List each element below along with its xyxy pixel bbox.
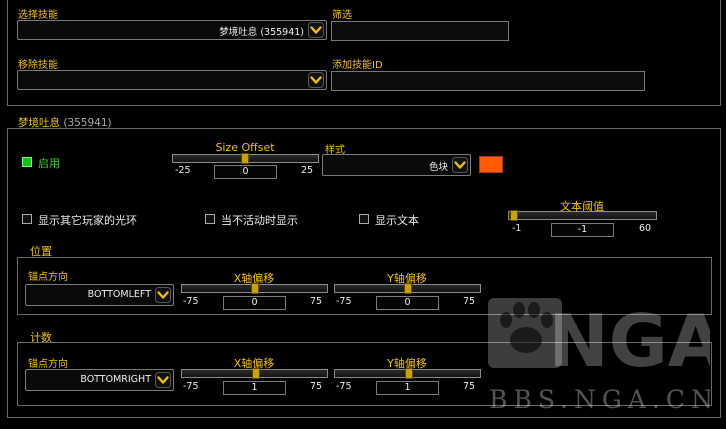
count-x-thumb[interactable]: [252, 368, 260, 379]
style-dropdown[interactable]: 色块: [322, 154, 471, 176]
size-offset-min: -25: [175, 165, 191, 176]
chevron-down-icon[interactable]: [452, 157, 468, 173]
select-skill-value: 梦境吐息 (355941): [219, 27, 304, 38]
remove-skill-label: 移除技能: [18, 60, 58, 71]
position-anchor-value: BOTTOMLEFT: [87, 289, 151, 300]
nga-watermark: NGA BBS.NGA.CN: [488, 298, 710, 414]
text-threshold-value[interactable]: -1: [551, 223, 614, 237]
show-inactive-checkbox[interactable]: [205, 214, 215, 224]
show-others-label: 显示其它玩家的光环: [38, 214, 137, 227]
show-inactive-label: 当不活动时显示: [221, 214, 298, 227]
count-y-max: 75: [463, 381, 476, 392]
count-y-min: -75: [336, 381, 352, 392]
count-y-slider[interactable]: [334, 368, 481, 379]
add-skill-id-input[interactable]: [331, 71, 645, 91]
count-x-slider[interactable]: [181, 368, 328, 379]
chevron-down-icon[interactable]: [308, 72, 324, 88]
position-y-slider[interactable]: [334, 283, 481, 294]
add-skill-id-label: 添加技能ID: [332, 60, 383, 71]
text-threshold-max: 60: [639, 223, 652, 234]
position-anchor-label: 锚点方向: [28, 272, 68, 283]
style-color-swatch[interactable]: [479, 156, 503, 173]
watermark-url-text: BBS.NGA.CN: [489, 385, 710, 414]
enabled-label: 启用: [38, 157, 60, 170]
select-skill-label: 选择技能: [18, 10, 58, 21]
position-y-max: 75: [463, 296, 476, 307]
enabled-checkbox[interactable]: [22, 157, 32, 167]
position-x-slider[interactable]: [181, 283, 328, 294]
position-x-max: 75: [310, 296, 323, 307]
count-x-max: 75: [310, 381, 323, 392]
show-text-checkbox[interactable]: [359, 214, 369, 224]
text-threshold-thumb[interactable]: [510, 210, 518, 221]
chevron-down-icon[interactable]: [155, 372, 171, 388]
remove-skill-dropdown[interactable]: [17, 70, 327, 90]
count-x-value[interactable]: 1: [223, 381, 286, 395]
watermark-logo-text: NGA: [548, 299, 710, 383]
position-x-value[interactable]: 0: [223, 296, 286, 310]
position-anchor-dropdown[interactable]: BOTTOMLEFT: [25, 284, 174, 306]
position-y-value[interactable]: 0: [376, 296, 439, 310]
chevron-down-icon[interactable]: [155, 287, 171, 303]
count-anchor-label: 锚点方向: [28, 359, 68, 370]
show-others-checkbox[interactable]: [22, 214, 32, 224]
chevron-down-icon[interactable]: [308, 22, 324, 38]
position-y-min: -75: [336, 296, 352, 307]
size-offset-slider[interactable]: [172, 153, 319, 164]
filter-input[interactable]: [331, 21, 509, 41]
position-x-min: -75: [183, 296, 199, 307]
size-offset-thumb[interactable]: [241, 153, 249, 164]
style-value: 色块: [428, 162, 448, 173]
count-y-thumb[interactable]: [405, 368, 413, 379]
select-skill-dropdown[interactable]: 梦境吐息 (355941): [17, 20, 327, 40]
count-x-min: -75: [183, 381, 199, 392]
text-threshold-slider[interactable]: [508, 210, 657, 221]
filter-label: 筛选: [332, 10, 352, 21]
position-y-thumb[interactable]: [404, 283, 412, 294]
count-anchor-value: BOTTOMRIGHT: [80, 374, 151, 385]
show-text-label: 显示文本: [375, 214, 419, 227]
text-threshold-min: -1: [512, 223, 522, 234]
size-offset-value[interactable]: 0: [214, 165, 277, 179]
count-anchor-dropdown[interactable]: BOTTOMRIGHT: [25, 369, 174, 391]
position-x-thumb[interactable]: [251, 283, 259, 294]
count-y-value[interactable]: 1: [376, 381, 439, 395]
size-offset-max: 25: [301, 165, 314, 176]
